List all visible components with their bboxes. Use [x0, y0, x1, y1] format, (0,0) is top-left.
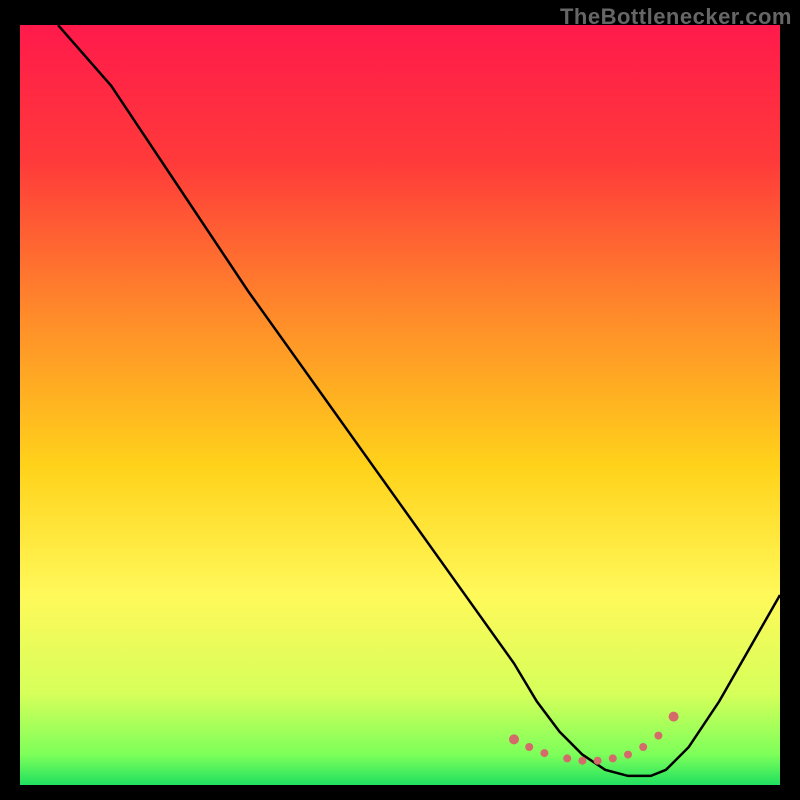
watermark-text: TheBottlenecker.com [560, 4, 792, 30]
highlight-point [594, 757, 602, 765]
highlight-point [578, 757, 586, 765]
plot-area [20, 25, 780, 785]
highlight-point [509, 734, 519, 744]
highlight-point [540, 749, 548, 757]
highlight-point [609, 754, 617, 762]
gradient-background [20, 25, 780, 785]
highlight-point [525, 743, 533, 751]
chart-container: TheBottlenecker.com [0, 0, 800, 800]
highlight-point [563, 754, 571, 762]
highlight-point [654, 732, 662, 740]
highlight-point [624, 751, 632, 759]
plot-svg [20, 25, 780, 785]
highlight-point [669, 712, 679, 722]
highlight-point [639, 743, 647, 751]
